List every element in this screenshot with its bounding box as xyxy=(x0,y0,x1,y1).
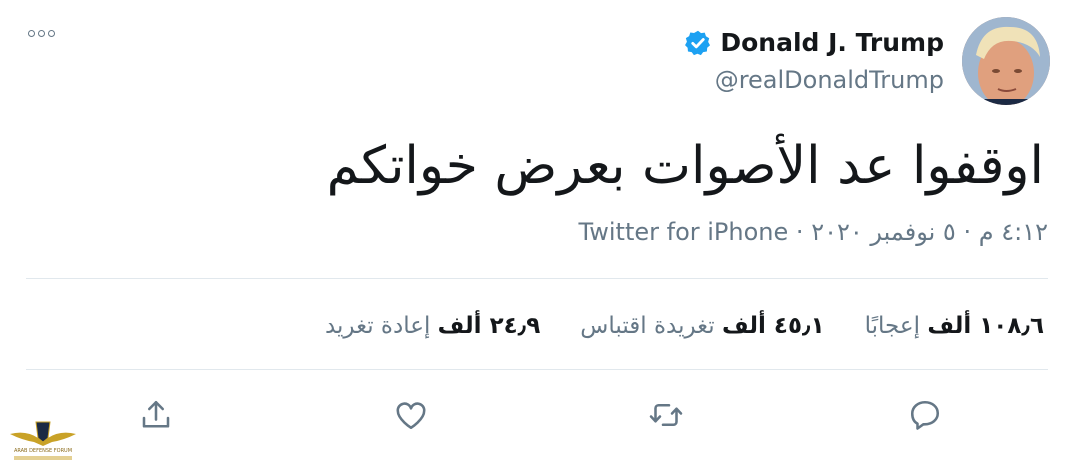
tweet-stats: ٢٤٫٩ ألف إعادة تغريد ٤٥٫١ ألف تغريدة اقت… xyxy=(325,306,1044,346)
more-dot xyxy=(48,30,55,37)
meta-separator: · xyxy=(963,218,972,246)
heart-icon xyxy=(396,402,426,430)
retweet-button[interactable] xyxy=(646,395,686,435)
likes-count: ١٠٨٫٦ ألف xyxy=(927,313,1044,339)
more-dot xyxy=(38,30,45,37)
more-dot xyxy=(28,30,35,37)
quotes-count: ٤٥٫١ ألف xyxy=(721,313,825,339)
author-name-row[interactable]: Donald J. Trump xyxy=(684,28,944,57)
share-icon xyxy=(142,400,170,428)
retweets-stat[interactable]: ٢٤٫٩ ألف إعادة تغريد xyxy=(325,313,540,339)
watermark-text: ARAB DEFENSE FORUM xyxy=(14,448,72,454)
tweet-source[interactable]: Twitter for iPhone xyxy=(579,218,789,246)
watermark-logo: ARAB DEFENSE FORUM xyxy=(8,412,78,466)
eagle-logo-icon: ARAB DEFENSE FORUM xyxy=(10,421,76,460)
tweet-text: اوقفوا عد الأصوات بعرض خواتكم xyxy=(326,136,1044,196)
tweet-time[interactable]: ٤:١٢ م xyxy=(979,218,1048,246)
divider xyxy=(26,369,1048,370)
like-button[interactable] xyxy=(391,395,431,435)
divider xyxy=(26,278,1048,279)
avatar-portrait-icon xyxy=(962,17,1050,105)
retweets-count: ٢٤٫٩ ألف xyxy=(437,313,541,339)
retweets-label: إعادة تغريد xyxy=(324,313,431,339)
avatar[interactable] xyxy=(962,17,1050,105)
reply-button[interactable] xyxy=(905,395,945,435)
retweet-icon xyxy=(649,403,683,427)
reply-icon xyxy=(910,400,940,430)
likes-stat[interactable]: ١٠٨٫٦ ألف إعجابًا xyxy=(865,313,1044,339)
display-name[interactable]: Donald J. Trump xyxy=(720,28,944,57)
tweet-meta: ٤:١٢ م · ٥ نوفمبر ٢٠٢٠ · Twitter for iPh… xyxy=(579,218,1048,246)
share-button[interactable] xyxy=(136,395,176,435)
meta-separator: · xyxy=(795,218,804,246)
tweet-card: Donald J. Trump @realDonaldTrump اوقفوا … xyxy=(0,0,1074,469)
more-options-icon[interactable] xyxy=(28,30,55,37)
tweet-date[interactable]: ٥ نوفمبر ٢٠٢٠ xyxy=(811,218,956,246)
verified-badge-icon xyxy=(685,30,711,55)
user-handle[interactable]: @realDonaldTrump xyxy=(715,66,944,94)
likes-label: إعجابًا xyxy=(864,313,921,339)
quotes-stat[interactable]: ٤٥٫١ ألف تغريدة اقتباس xyxy=(580,313,824,339)
quotes-label: تغريدة اقتباس xyxy=(580,313,715,339)
